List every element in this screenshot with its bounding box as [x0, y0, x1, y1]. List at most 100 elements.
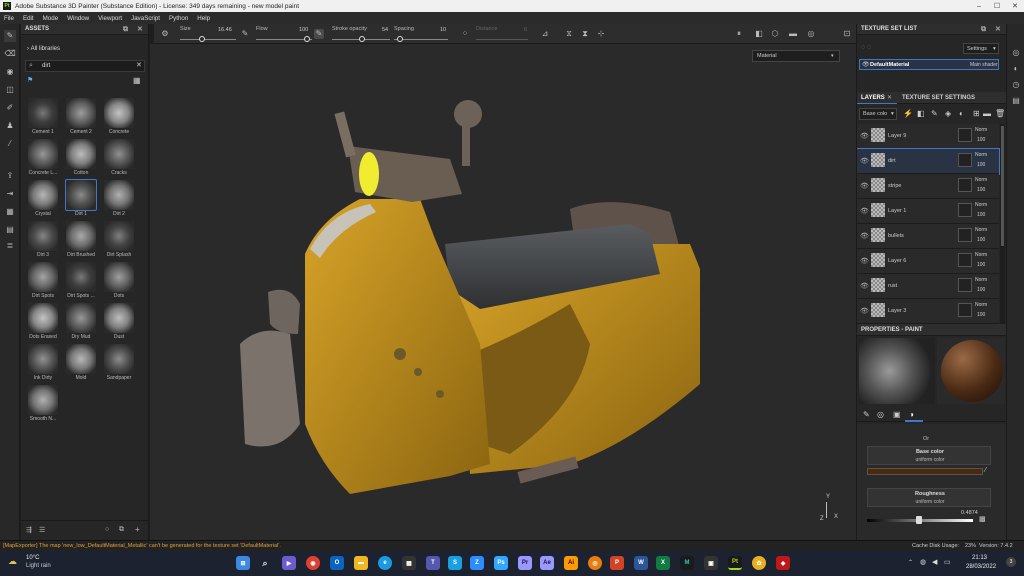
asset-thumbnail[interactable]	[66, 303, 96, 333]
asset-thumbnail[interactable]	[66, 344, 96, 374]
menu-python[interactable]: Python	[169, 15, 188, 22]
layer-icon[interactable]: ◐	[1011, 64, 1021, 74]
bake-icon[interactable]: ⇪	[4, 170, 16, 182]
brush-tab-icon[interactable]: ✎	[863, 410, 870, 419]
clone-stamp-icon[interactable]: ♟	[4, 120, 16, 132]
tab-texture-set-settings[interactable]: TEXTURE SET SETTINGS	[902, 95, 975, 101]
teams-icon[interactable]: T	[426, 556, 440, 570]
stroke-pressure-icon[interactable]: ✎	[314, 29, 324, 39]
asset-thumbnail[interactable]	[28, 262, 58, 292]
layer-scrollbar[interactable]	[1000, 124, 1005, 324]
tab-layers[interactable]: LAYERS	[861, 95, 885, 101]
color-picker-icon[interactable]: ⁄	[4, 138, 16, 150]
filter-icon[interactable]: ⚑	[27, 76, 33, 84]
layer-opacity[interactable]: 100	[977, 137, 985, 143]
lazy-mouse-icon[interactable]: ⁘	[460, 29, 470, 39]
channel-select[interactable]: Base colo ▾	[859, 108, 897, 120]
export-icon[interactable]: ⇥	[4, 188, 16, 200]
volume-icon[interactable]: ◀	[932, 558, 937, 566]
layer-blend-mode[interactable]: Norm	[975, 227, 987, 233]
layer-row[interactable]: 👁 rust Norm 100	[857, 274, 999, 299]
asset-thumbnail[interactable]	[28, 139, 58, 169]
layer-row[interactable]: 👁 Layer 1 Norm 100	[857, 199, 999, 224]
blender-icon[interactable]: ◎	[588, 556, 602, 570]
asset-thumbnail[interactable]	[65, 179, 97, 211]
layer-blend-mode[interactable]: Norm	[975, 177, 987, 183]
start-menu-icon[interactable]: ⊞	[236, 556, 250, 570]
grid-view-icon[interactable]: ▦	[133, 76, 141, 85]
asset-thumbnail[interactable]	[104, 262, 134, 292]
minimize-button[interactable]: –	[970, 0, 988, 12]
eye-icon[interactable]: 👁	[860, 182, 869, 190]
base-color-button[interactable]: Base color uniform color	[867, 446, 991, 465]
roughness-slider-handle[interactable]	[915, 516, 922, 524]
texture-set-icon[interactable]: ◎	[1011, 48, 1021, 58]
layer-opacity[interactable]: 100	[977, 237, 985, 243]
asset-thumbnail[interactable]	[104, 98, 134, 128]
asset-thumbnail[interactable]	[28, 385, 58, 415]
layer-row[interactable]: 👁 bullets Norm 100	[857, 224, 999, 249]
layer-opacity[interactable]: 100	[977, 287, 985, 293]
layer-blend-mode[interactable]: Norm	[975, 152, 987, 158]
menu-edit[interactable]: Edit	[23, 15, 34, 22]
close-panel-icon[interactable]: ✕	[995, 25, 1001, 33]
app-icon[interactable]: ✿	[752, 556, 766, 570]
layer-blend-mode[interactable]: Norm	[975, 302, 987, 308]
paint-brush-icon[interactable]: ✎	[4, 30, 16, 42]
geometry-mask-icon[interactable]: ◫	[4, 84, 16, 96]
symmetry-options-icon[interactable]: ⧗	[580, 29, 590, 39]
alpha-tab-icon[interactable]: ◎	[877, 410, 884, 419]
tray-chevron-icon[interactable]: ⌃	[908, 559, 913, 566]
after-effects-icon[interactable]: Ae	[540, 556, 554, 570]
layer-row[interactable]: 👁 Layer 9 Norm 100	[857, 124, 999, 149]
layer-mask[interactable]	[958, 203, 972, 217]
distance-slider[interactable]	[476, 39, 528, 40]
premiere-icon[interactable]: Pr	[518, 556, 532, 570]
layer-mask[interactable]	[958, 153, 972, 167]
asset-thumbnail[interactable]	[28, 98, 58, 128]
layer-mask[interactable]	[958, 278, 972, 292]
spacing-slider-handle[interactable]	[397, 36, 403, 42]
undock-icon[interactable]: ⧉	[981, 26, 986, 34]
stroke-opacity-value[interactable]: 54	[382, 27, 388, 33]
roughness-button[interactable]: Roughness uniform color	[867, 488, 991, 507]
word-icon[interactable]: W	[634, 556, 648, 570]
add-mask-icon[interactable]: ◧	[917, 109, 925, 118]
weather-temp[interactable]: 10°C	[26, 555, 39, 561]
symmetry-axis-icon[interactable]: ⊹	[596, 29, 606, 39]
asset-thumbnail[interactable]	[28, 221, 58, 251]
eraser-icon[interactable]: ⌫	[4, 48, 16, 60]
delete-icon[interactable]: 🗑	[995, 109, 1005, 118]
visibility-toggle-icon[interactable]: ◌ ◌	[861, 44, 871, 51]
layer-row[interactable]: 👁 dirt Norm 100	[857, 148, 1000, 175]
refresh-icon[interactable]: ○	[105, 526, 109, 533]
asset-thumbnail[interactable]	[104, 344, 134, 374]
camera-icon[interactable]: ◎	[806, 29, 816, 39]
symmetry-icon[interactable]: ⧖	[564, 29, 574, 39]
eye-icon[interactable]: 👁	[860, 232, 869, 240]
asset-thumbnail[interactable]	[104, 139, 134, 169]
close-window-button[interactable]: ✕	[1006, 0, 1024, 12]
add-layer-icon[interactable]: ⊞	[973, 109, 980, 118]
menu-mode[interactable]: Mode	[43, 15, 58, 22]
backface-culling-icon[interactable]: ⊿	[540, 29, 550, 39]
asset-thumbnail[interactable]	[28, 303, 58, 333]
substance-painter-icon[interactable]: Pt	[728, 556, 742, 570]
powerpoint-icon[interactable]: P	[610, 556, 624, 570]
projection-icon[interactable]: ◉	[4, 66, 16, 78]
chrome-icon[interactable]: ◉	[306, 556, 320, 570]
list-icon[interactable]: ☰	[39, 526, 45, 534]
layer-opacity[interactable]: 100	[977, 212, 985, 218]
shelf-icon[interactable]: ▤	[4, 224, 16, 236]
brush-settings-icon[interactable]: ⚙	[160, 29, 170, 39]
layer-row[interactable]: 👁 stripe Norm 100	[857, 174, 999, 199]
skype-icon[interactable]: S	[448, 556, 462, 570]
battery-icon[interactable]: ▭	[944, 558, 951, 566]
edge-icon[interactable]: e	[378, 556, 392, 570]
asset-thumbnail[interactable]	[104, 180, 134, 210]
stencil-tab-icon[interactable]: ▣	[893, 410, 901, 419]
folder-icon[interactable]: ▬	[983, 109, 991, 118]
roughness-value[interactable]: 0.4874	[961, 510, 978, 516]
layer-blend-mode[interactable]: Norm	[975, 252, 987, 258]
menu-window[interactable]: Window	[67, 15, 89, 22]
